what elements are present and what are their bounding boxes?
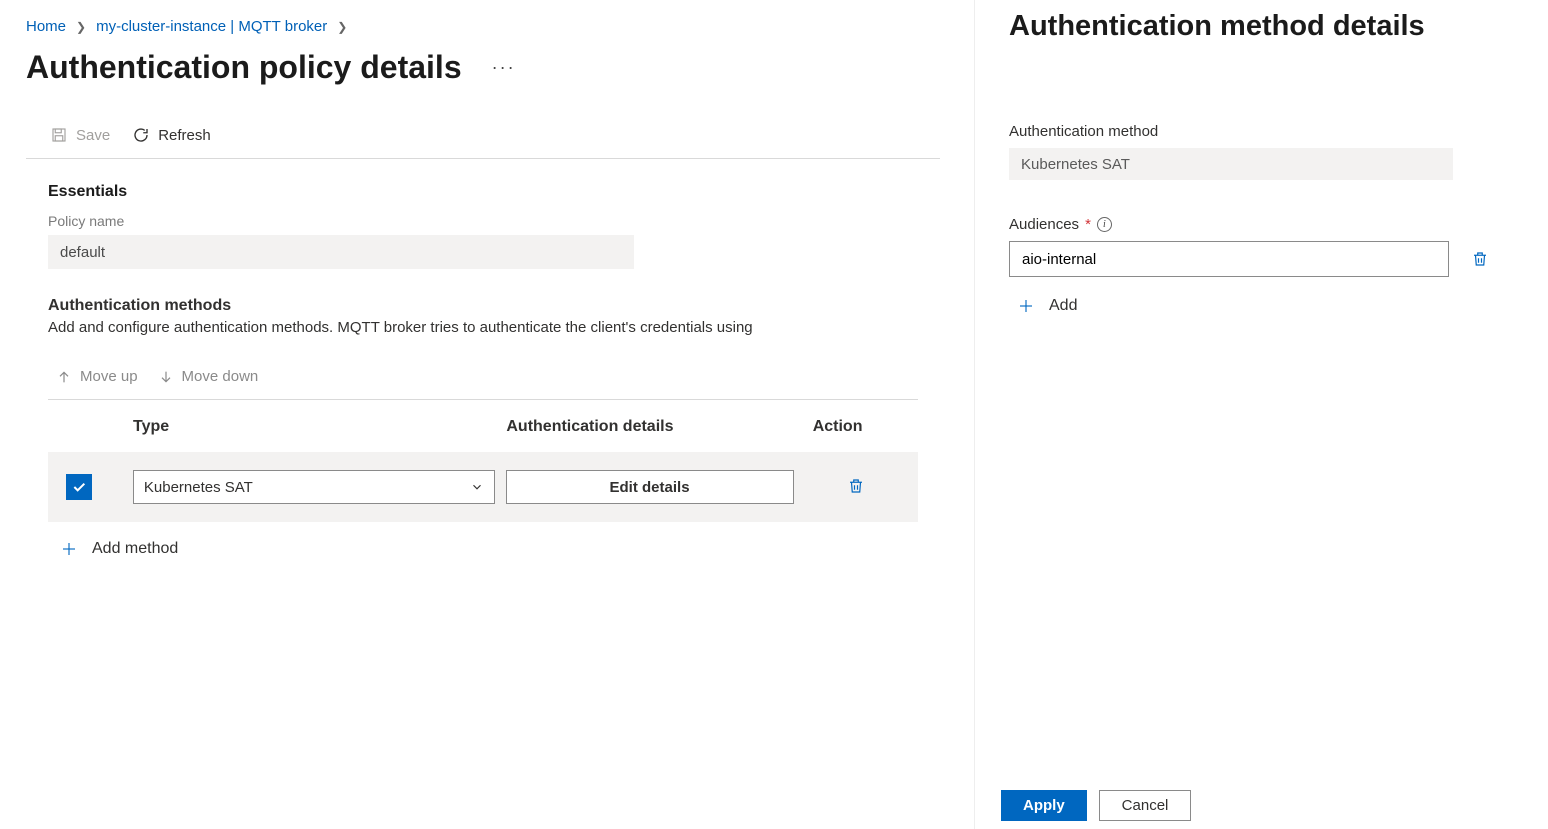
- breadcrumb: Home ❯ my-cluster-instance | MQTT broker…: [26, 18, 940, 35]
- check-icon: [71, 479, 87, 495]
- plus-icon: [1017, 297, 1035, 315]
- type-select[interactable]: Kubernetes SAT: [133, 470, 495, 504]
- row-checkbox[interactable]: [66, 474, 92, 500]
- trash-icon[interactable]: [1471, 249, 1489, 269]
- col-header-details: Authentication details: [506, 418, 812, 436]
- refresh-label: Refresh: [158, 127, 211, 144]
- move-down-label: Move down: [182, 368, 259, 385]
- policy-name-value: default: [48, 235, 634, 269]
- auth-methods-table: Type Authentication details Action Kuber…: [48, 400, 918, 522]
- arrow-down-icon: [158, 369, 174, 385]
- add-method-button[interactable]: Add method: [48, 522, 918, 558]
- required-asterisk: *: [1085, 216, 1091, 233]
- audiences-label-text: Audiences: [1009, 216, 1079, 233]
- auth-methods-title: Authentication methods: [48, 297, 918, 315]
- save-label: Save: [76, 127, 110, 144]
- add-audience-button[interactable]: Add: [1009, 277, 1548, 315]
- toolbar: Save Refresh: [26, 126, 940, 159]
- page-title: Authentication policy details: [26, 49, 462, 86]
- breadcrumb-home[interactable]: Home: [26, 18, 66, 35]
- method-label: Authentication method: [1009, 123, 1548, 140]
- trash-icon[interactable]: [847, 476, 865, 496]
- audience-input[interactable]: [1009, 241, 1449, 277]
- edit-details-button[interactable]: Edit details: [506, 470, 794, 504]
- chevron-right-icon: ❯: [76, 20, 86, 34]
- type-select-value: Kubernetes SAT: [144, 479, 253, 496]
- info-icon[interactable]: i: [1097, 217, 1112, 232]
- policy-name-label: Policy name: [48, 213, 918, 229]
- details-pane: Authentication method details Authentica…: [974, 0, 1548, 829]
- refresh-icon: [132, 126, 150, 144]
- chevron-down-icon: [470, 480, 484, 494]
- apply-button[interactable]: Apply: [1001, 790, 1087, 821]
- audiences-label: Audiences * i: [1009, 216, 1548, 233]
- table-row: Kubernetes SAT Edit details: [48, 452, 918, 522]
- col-header-type: Type: [133, 418, 506, 436]
- col-header-action: Action: [813, 418, 918, 436]
- move-down-button[interactable]: Move down: [158, 368, 259, 385]
- move-up-button[interactable]: Move up: [56, 368, 138, 385]
- cancel-button[interactable]: Cancel: [1099, 790, 1192, 821]
- arrow-up-icon: [56, 369, 72, 385]
- more-actions-button[interactable]: ···: [486, 53, 522, 82]
- refresh-button[interactable]: Refresh: [132, 126, 211, 144]
- move-up-label: Move up: [80, 368, 138, 385]
- breadcrumb-cluster[interactable]: my-cluster-instance | MQTT broker: [96, 18, 327, 35]
- plus-icon: [60, 540, 78, 558]
- auth-methods-description: Add and configure authentication methods…: [48, 319, 918, 336]
- save-icon: [50, 126, 68, 144]
- pane-title: Authentication method details: [1009, 10, 1548, 43]
- add-audience-label: Add: [1049, 297, 1077, 315]
- save-button[interactable]: Save: [50, 126, 110, 144]
- chevron-right-icon: ❯: [337, 20, 347, 34]
- add-method-label: Add method: [92, 540, 178, 558]
- method-value: Kubernetes SAT: [1009, 148, 1453, 180]
- essentials-title: Essentials: [48, 183, 918, 201]
